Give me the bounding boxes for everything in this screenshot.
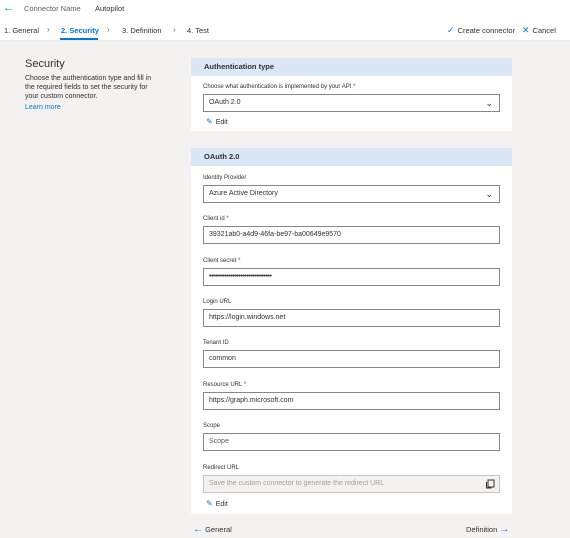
card-header: Authentication type: [191, 58, 512, 76]
client-id-input[interactable]: 39321ab0-a4d9-46fa-be97-ba00649e9570: [203, 226, 500, 244]
step-security[interactable]: 2. Security: [61, 26, 99, 35]
chevron-right-icon: ›: [107, 25, 110, 34]
redirect-url-label: Redirect URL: [203, 465, 240, 471]
cancel-label: Cancel: [532, 26, 556, 35]
previous-general-button[interactable]: ← General: [193, 524, 232, 535]
chevron-right-icon: ›: [47, 25, 50, 34]
chevron-down-icon: ⌄: [485, 98, 493, 108]
next-definition-button[interactable]: Definition →: [466, 524, 509, 535]
card-header: OAuth 2.0: [191, 148, 512, 166]
active-step-indicator: [60, 38, 98, 40]
tenant-id-input[interactable]: common: [203, 350, 500, 368]
dropdown-value: OAuth 2.0: [209, 99, 241, 106]
authentication-type-card: Authentication type Choose what authenti…: [191, 58, 512, 131]
top-bar: ← Connector Name Autopilot: [0, 0, 570, 19]
tenant-id-label: Tenant ID: [203, 340, 229, 346]
auth-type-label: Choose what authentication is implemente…: [203, 84, 356, 90]
close-icon: ✕: [522, 25, 530, 35]
step-test[interactable]: 4. Test: [187, 26, 209, 35]
cancel-button[interactable]: ✕ Cancel: [522, 25, 556, 36]
client-secret-input[interactable]: ••••••••••••••••••••••••••••••••: [203, 268, 500, 286]
create-connector-label: Create connector: [457, 26, 516, 35]
connector-name-value[interactable]: Autopilot: [95, 4, 124, 13]
resource-url-label: Resource URL *: [203, 382, 247, 388]
learn-more-link[interactable]: Learn more: [25, 104, 61, 111]
arrow-left-icon: ←: [193, 524, 203, 535]
login-url-label: Login URL: [203, 299, 232, 305]
identity-provider-dropdown[interactable]: Azure Active Directory ⌄: [203, 185, 500, 203]
redirect-url-placeholder: Save the custom connector to generate th…: [209, 480, 385, 487]
scope-input[interactable]: Scope: [203, 433, 500, 451]
connector-name-label: Connector Name: [24, 4, 81, 13]
resource-url-input[interactable]: https://graph.microsoft.com: [203, 392, 500, 410]
client-secret-label: Client secret *: [203, 258, 241, 264]
scope-label: Scope: [203, 423, 221, 429]
authentication-type-dropdown[interactable]: OAuth 2.0 ⌄: [203, 94, 500, 112]
next-label: Definition: [466, 525, 498, 534]
step-definition[interactable]: 3. Definition: [122, 26, 162, 35]
section-description: Choose the authentication type and fill …: [25, 75, 152, 100]
step-general[interactable]: 1. General: [4, 26, 39, 35]
oauth-card: OAuth 2.0 Identity Provider Azure Active…: [191, 148, 512, 514]
pencil-icon: ✎: [206, 499, 213, 508]
redirect-url-input: Save the custom connector to generate th…: [203, 475, 500, 493]
edit-auth-button[interactable]: ✎ Edit: [206, 117, 228, 126]
chevron-down-icon: ⌄: [485, 189, 493, 199]
edit-label: Edit: [215, 501, 228, 508]
edit-oauth-button[interactable]: ✎ Edit: [206, 499, 228, 508]
copy-icon[interactable]: [485, 479, 495, 489]
section-title: Security: [25, 58, 65, 70]
edit-label: Edit: [215, 119, 228, 126]
prev-label: General: [205, 525, 232, 534]
create-connector-button[interactable]: ✓ Create connector: [447, 25, 515, 36]
chevron-right-icon: ›: [173, 25, 176, 34]
identity-provider-label: Identity Provider: [203, 175, 247, 181]
login-url-input[interactable]: https://login.windows.net: [203, 309, 500, 327]
arrow-left-icon[interactable]: ←: [3, 2, 14, 14]
client-id-label: Client id *: [203, 216, 229, 222]
pencil-icon: ✎: [206, 117, 213, 126]
dropdown-value: Azure Active Directory: [209, 190, 278, 197]
checkmark-icon: ✓: [447, 25, 455, 35]
arrow-right-icon: →: [499, 524, 510, 535]
